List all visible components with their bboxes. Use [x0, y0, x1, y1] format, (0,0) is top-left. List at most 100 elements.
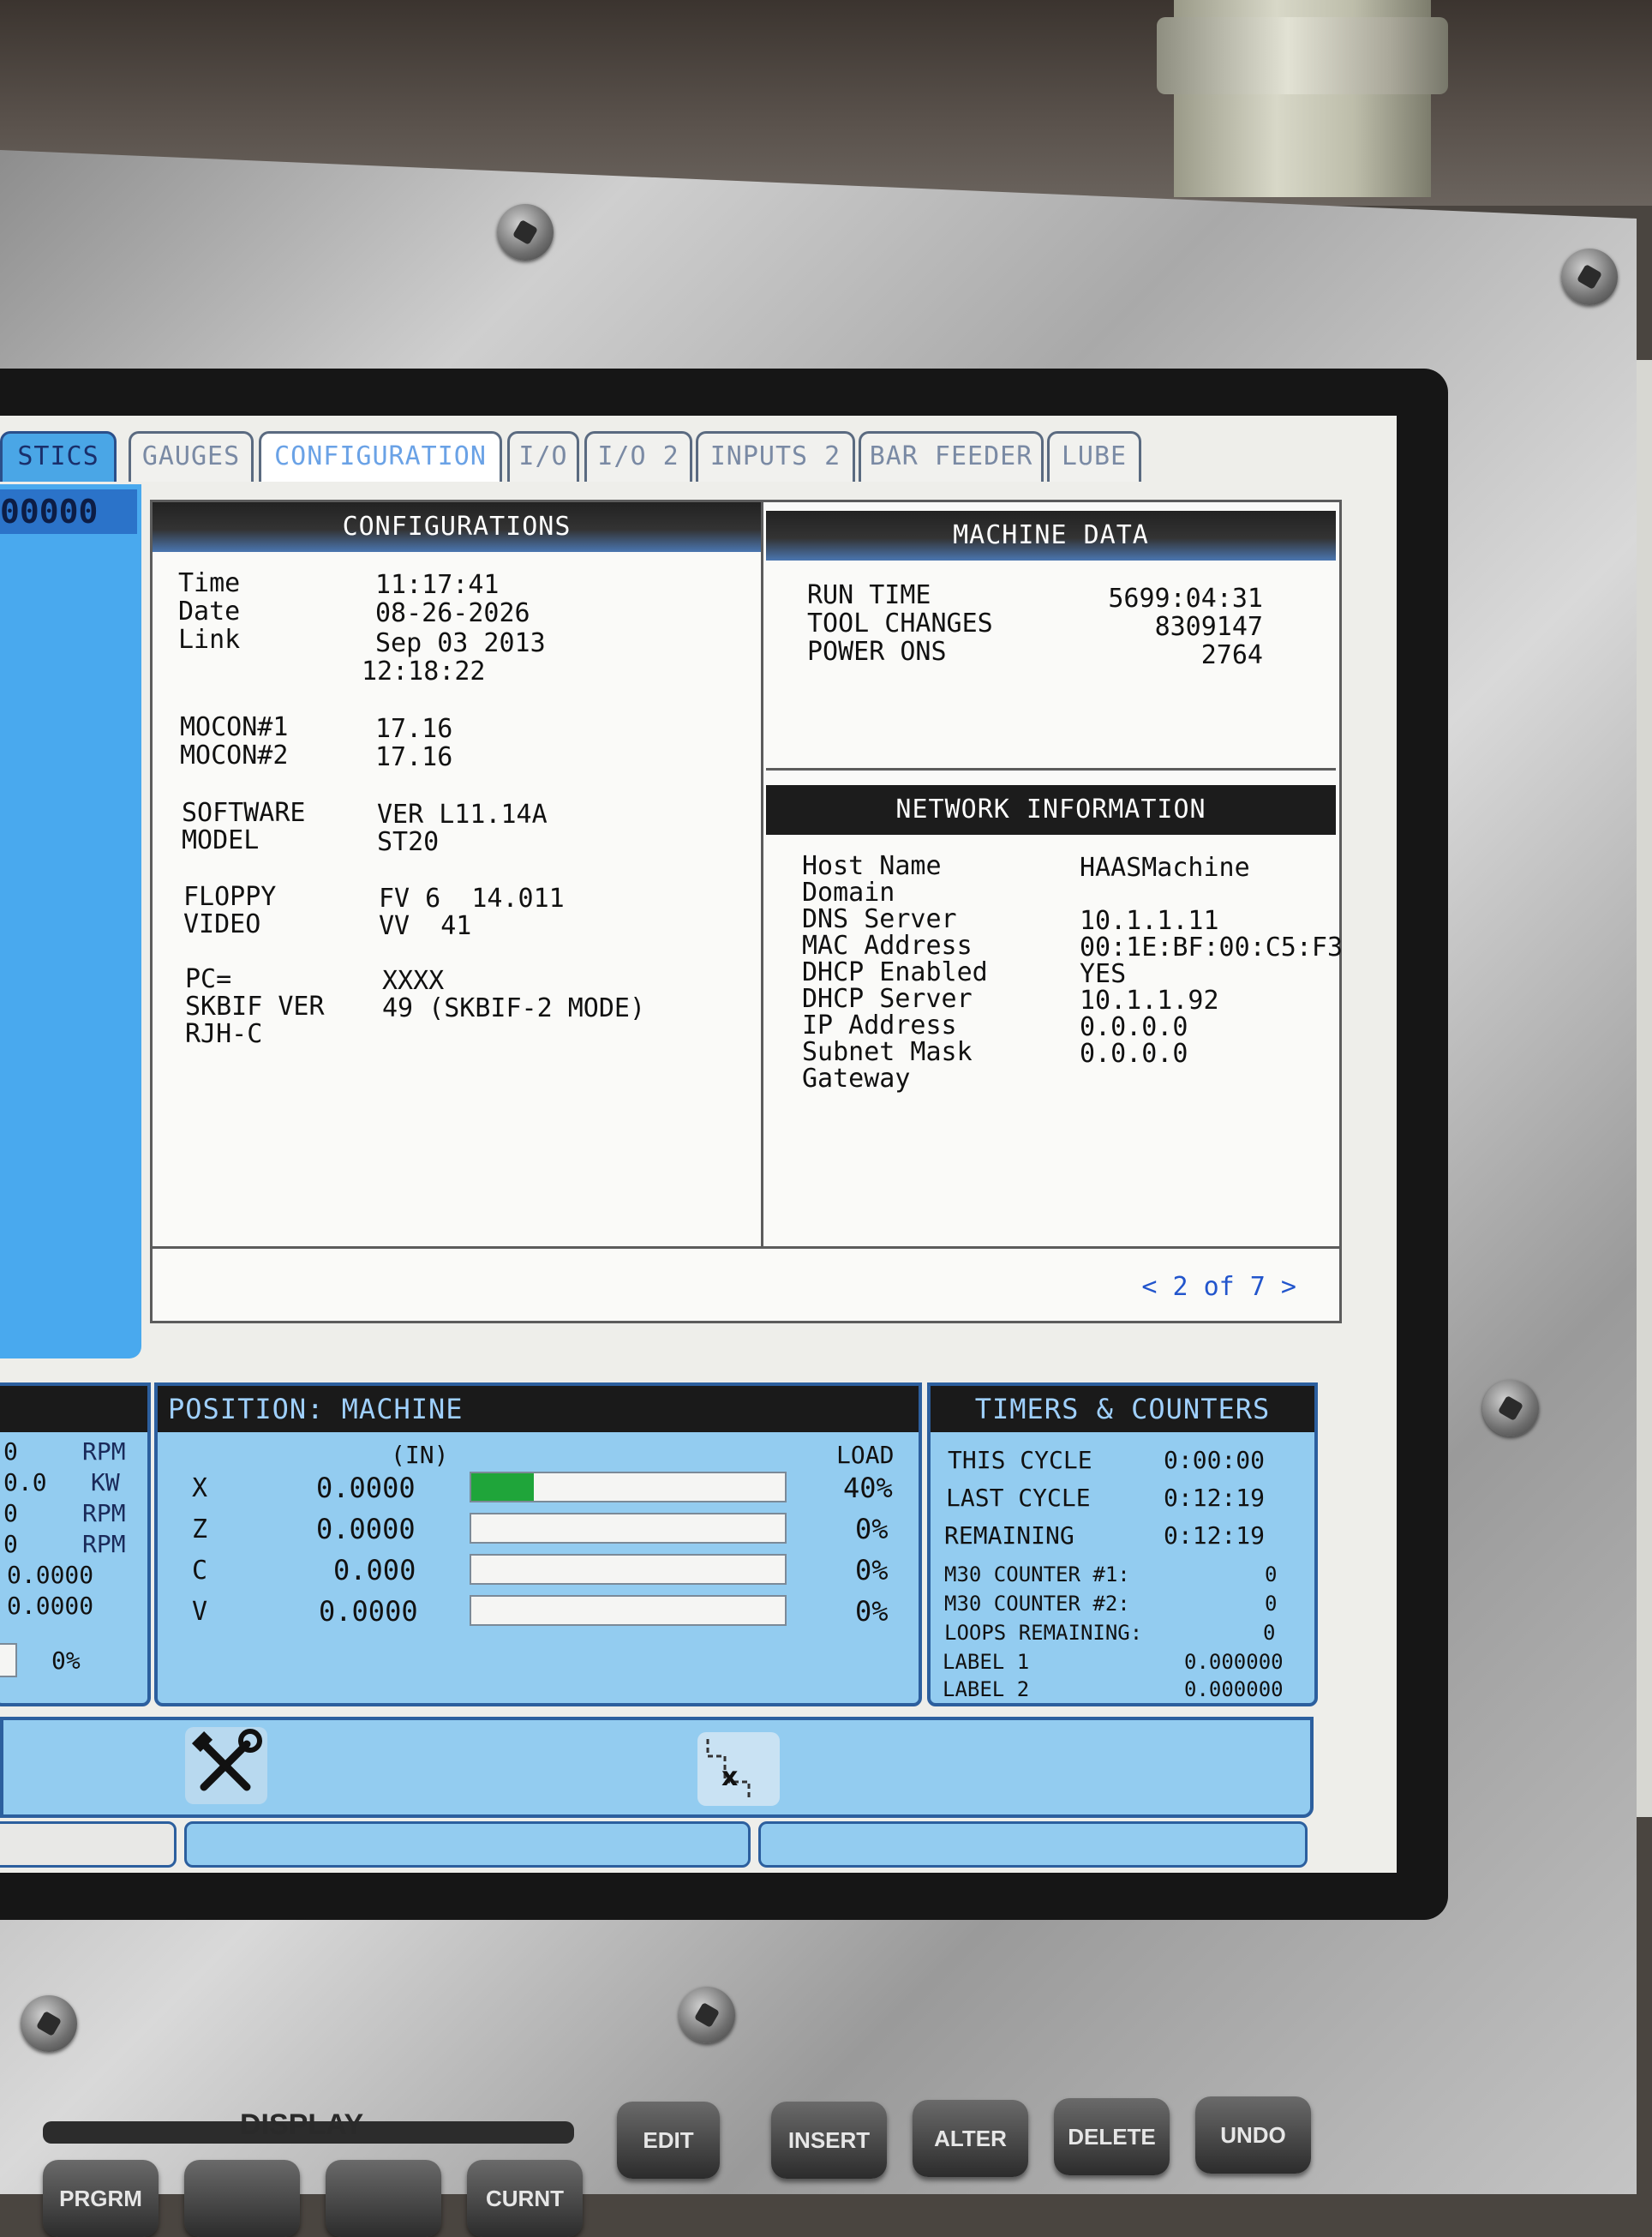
counter-value: 0.000000: [1184, 1650, 1284, 1674]
status-field: [0, 1821, 177, 1868]
tab-io-2[interactable]: I/O 2: [584, 431, 692, 482]
spindle-load-bar: [0, 1643, 17, 1677]
tab-gauges[interactable]: GAUGES: [129, 431, 254, 482]
machine-data-key: RUN TIME: [807, 580, 931, 610]
tab-inputs-2[interactable]: INPUTS 2: [696, 431, 855, 482]
axis-label: Z: [192, 1514, 208, 1544]
network-key: Subnet Mask: [802, 1037, 973, 1067]
network-information-section: NETWORK INFORMATION Host Name HAASMachin…: [766, 785, 1343, 1246]
load-label: LOAD: [836, 1441, 895, 1469]
undo-key[interactable]: UNDO: [1195, 2096, 1311, 2174]
program-key[interactable]: PRGRM: [43, 2160, 159, 2237]
tab-diagnostics[interactable]: STICS: [0, 431, 117, 482]
config-value: 49 (SKBIF-2 MODE): [382, 993, 646, 1023]
machine-data-header: MACHINE DATA: [766, 511, 1336, 561]
screw-icon: [1482, 1380, 1539, 1436]
display-key[interactable]: [326, 2160, 441, 2237]
spindle-header: [0, 1386, 147, 1432]
network-key: DNS Server: [802, 904, 957, 934]
config-key: Time: [178, 568, 241, 598]
timer-value: 0:12:19: [1164, 1484, 1266, 1512]
config-key: PC=: [185, 964, 232, 994]
tab-configuration[interactable]: CONFIGURATION: [259, 431, 502, 482]
config-key: MODEL: [182, 825, 260, 855]
axis-load-bar: [470, 1513, 787, 1544]
machine-data-value: 2764: [1200, 640, 1263, 670]
counter-value: 0: [1263, 1621, 1276, 1645]
pipe-collar: [1157, 17, 1448, 94]
control-keyboard: DISPLAY EDIT INSERT ALTER DELETE UNDO PR…: [0, 2023, 1652, 2237]
network-value: 10.1.1.92: [1080, 986, 1219, 1016]
machine-data-key: TOOL CHANGES: [807, 609, 993, 639]
axis-position: 0.000: [333, 1554, 416, 1586]
network-key: Gateway: [802, 1064, 911, 1094]
network-value: 00:1E:BF:00:C5:F3: [1080, 933, 1344, 963]
display-section-label: DISPLAY: [240, 2108, 364, 2141]
cnc-screen: STICS GAUGES CONFIGURATION I/O I/O 2 INP…: [0, 416, 1397, 1873]
axis-load-bar: [470, 1472, 787, 1502]
position-panel: POSITION: MACHINE (IN) LOAD X 0.0000 40%…: [154, 1382, 922, 1706]
spindle-value: 0: [3, 1437, 18, 1466]
config-key: Link: [178, 625, 241, 655]
spindle-unit: RPM: [82, 1437, 126, 1466]
tab-lube[interactable]: LUBE: [1047, 431, 1141, 482]
screw-icon: [1561, 249, 1618, 305]
counter-key: LOOPS REMAINING:: [944, 1621, 1143, 1645]
config-value: 11:17:41: [375, 570, 500, 600]
configurations-header: CONFIGURATIONS: [153, 502, 761, 552]
timers-panel: TIMERS & COUNTERS THIS CYCLE 0:00:00 LAS…: [927, 1382, 1318, 1706]
tab-io[interactable]: I/O: [507, 431, 579, 482]
counter-key: M30 COUNTER #2:: [944, 1592, 1130, 1616]
edit-key[interactable]: EDIT: [617, 2102, 720, 2179]
axis-load-bar: [470, 1595, 787, 1626]
timer-key: LAST CYCLE: [946, 1484, 1091, 1512]
alter-key[interactable]: ALTER: [913, 2100, 1028, 2177]
config-key: MOCON#2: [180, 741, 289, 771]
spindle-panel: 0 RPM 0.0 KW 0 RPM 0 RPM 0.0000 0.0000 0…: [0, 1382, 151, 1706]
network-value: YES: [1080, 959, 1127, 989]
current-commands-key[interactable]: CURNT: [467, 2160, 583, 2237]
spindle-unit: KW: [91, 1468, 120, 1496]
network-key: Domain: [802, 878, 895, 908]
tools-icon[interactable]: [185, 1727, 267, 1804]
timer-key: THIS CYCLE: [948, 1446, 1092, 1474]
axis-load-fill: [471, 1473, 535, 1501]
axis-load: 0%: [855, 1513, 889, 1545]
pager-divider: [153, 1246, 1339, 1249]
spindle-unit: RPM: [82, 1530, 126, 1558]
axis-load: 0%: [855, 1554, 889, 1586]
page-indicator[interactable]: < 2 of 7 >: [1141, 1272, 1296, 1302]
axis-load-bar: [470, 1554, 787, 1585]
axis-label: V: [192, 1597, 208, 1627]
timer-value: 0:12:19: [1164, 1521, 1266, 1550]
network-key: IP Address: [802, 1011, 957, 1041]
configuration-panel: CONFIGURATIONS Time 11:17:41 Date 08-26-…: [150, 500, 1343, 1323]
counter-key: LABEL 1: [943, 1650, 1030, 1674]
tab-bar-feeder[interactable]: BAR FEEDER: [859, 431, 1044, 482]
insert-key[interactable]: INSERT: [771, 2102, 887, 2179]
config-value: XXXX: [382, 966, 445, 996]
network-value: 0.0.0.0: [1080, 1012, 1188, 1042]
position-unit: (IN): [391, 1441, 449, 1469]
timer-value: 0:00:00: [1164, 1446, 1266, 1474]
network-key: MAC Address: [802, 931, 973, 961]
config-value: 17.16: [375, 714, 453, 744]
timer-key: REMAINING: [944, 1521, 1074, 1550]
icon-bar: x: [0, 1717, 1314, 1818]
counter-value: 0: [1265, 1592, 1278, 1616]
config-key: Date: [178, 597, 241, 627]
svg-text:x: x: [721, 1762, 738, 1792]
program-number: 00000: [0, 489, 137, 534]
network-value: HAASMachine: [1080, 853, 1250, 883]
counter-value: 0.000000: [1184, 1677, 1284, 1701]
network-value: 0.0.0.0: [1080, 1039, 1188, 1069]
machine-data-key: POWER ONS: [807, 637, 947, 667]
tab-bar: STICS GAUGES CONFIGURATION I/O I/O 2 INP…: [0, 424, 1397, 484]
screw-icon: [497, 204, 554, 261]
network-information-header: NETWORK INFORMATION: [766, 785, 1336, 835]
left-program-pane: 00000: [0, 484, 141, 1358]
display-key[interactable]: [184, 2160, 300, 2237]
delete-key[interactable]: DELETE: [1054, 2098, 1170, 2175]
axis-label: C: [192, 1556, 208, 1586]
tool-offset-icon[interactable]: x: [697, 1732, 780, 1806]
